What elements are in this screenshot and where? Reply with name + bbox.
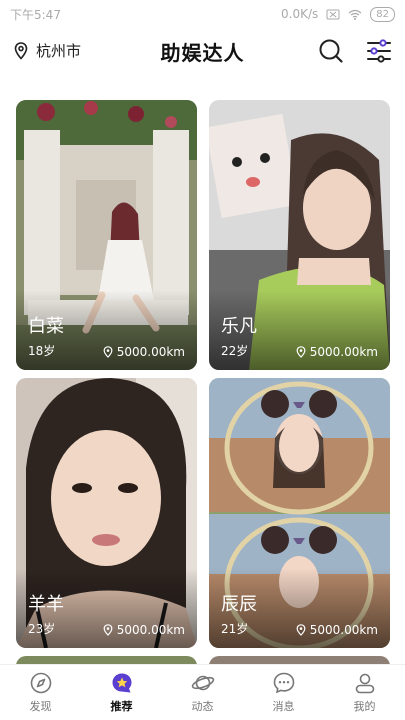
tab-messages[interactable]: 消息 — [243, 665, 324, 720]
user-age: 21岁 — [221, 622, 249, 636]
user-name: 羊羊 — [28, 594, 64, 615]
battery-level: 82 — [370, 6, 395, 22]
user-distance: 5000.00km — [296, 345, 378, 359]
user-card[interactable] — [16, 656, 197, 664]
chat-icon — [273, 672, 294, 694]
user-age: 23岁 — [28, 622, 56, 636]
bottom-tab-bar: 发现 推荐 动态 消息 我的 — [0, 664, 405, 720]
user-distance: 5000.00km — [103, 345, 185, 359]
planet-icon — [191, 675, 214, 691]
status-bar: 下午5:47 0.0K/s 82 — [0, 0, 405, 28]
distance-value: 5000.00km — [116, 623, 185, 637]
tab-discover[interactable]: 发现 — [0, 665, 81, 720]
star-bubble-icon — [112, 673, 131, 693]
location-pin-icon — [296, 624, 306, 636]
tab-profile[interactable]: 我的 — [324, 665, 405, 720]
status-time: 下午5:47 — [10, 7, 61, 22]
wifi-icon — [348, 9, 362, 20]
user-distance: 5000.00km — [296, 623, 378, 637]
user-card[interactable] — [209, 656, 390, 664]
distance-value: 5000.00km — [309, 623, 378, 637]
network-speed: 0.0K/s — [281, 7, 319, 21]
location-pin-icon — [103, 624, 113, 636]
tab-recommend[interactable]: 推荐 — [81, 665, 162, 720]
tab-label: 动态 — [191, 700, 214, 713]
user-name: 白菜 — [28, 316, 64, 337]
page-title: 助娱达人 — [160, 41, 245, 65]
user-card[interactable]: 辰辰 21岁 5000.00km — [209, 378, 390, 648]
compass-icon — [30, 672, 51, 694]
search-icon[interactable] — [318, 38, 344, 64]
user-icon — [355, 673, 374, 694]
tab-label: 发现 — [29, 700, 52, 713]
user-card[interactable]: 乐凡 22岁 5000.00km — [209, 100, 390, 370]
location-pin-icon — [103, 346, 113, 358]
distance-value: 5000.00km — [309, 345, 378, 359]
tab-label: 消息 — [272, 700, 295, 713]
status-indicators: 0.0K/s 82 — [281, 6, 395, 22]
user-photo — [209, 656, 390, 664]
user-photo — [16, 656, 197, 664]
user-card[interactable]: 羊羊 23岁 5000.00km — [16, 378, 197, 648]
filter-settings-icon[interactable] — [366, 38, 392, 64]
tab-moments[interactable]: 动态 — [162, 665, 243, 720]
tab-label: 推荐 — [110, 700, 133, 713]
location-pin-icon — [296, 346, 306, 358]
app-header: 杭州市 助娱达人 — [0, 28, 405, 76]
user-card[interactable]: 白菜 18岁 5000.00km — [16, 100, 197, 370]
user-card-grid: 白菜 18岁 5000.00km 乐凡 22岁 5000.00km 羊羊 23岁… — [16, 100, 390, 664]
user-name: 辰辰 — [221, 594, 257, 615]
user-age: 18岁 — [28, 344, 56, 358]
tab-label: 我的 — [353, 700, 376, 713]
distance-value: 5000.00km — [116, 345, 185, 359]
user-name: 乐凡 — [221, 316, 257, 337]
user-age: 22岁 — [221, 344, 249, 358]
user-distance: 5000.00km — [103, 623, 185, 637]
sim-icon — [326, 9, 340, 19]
